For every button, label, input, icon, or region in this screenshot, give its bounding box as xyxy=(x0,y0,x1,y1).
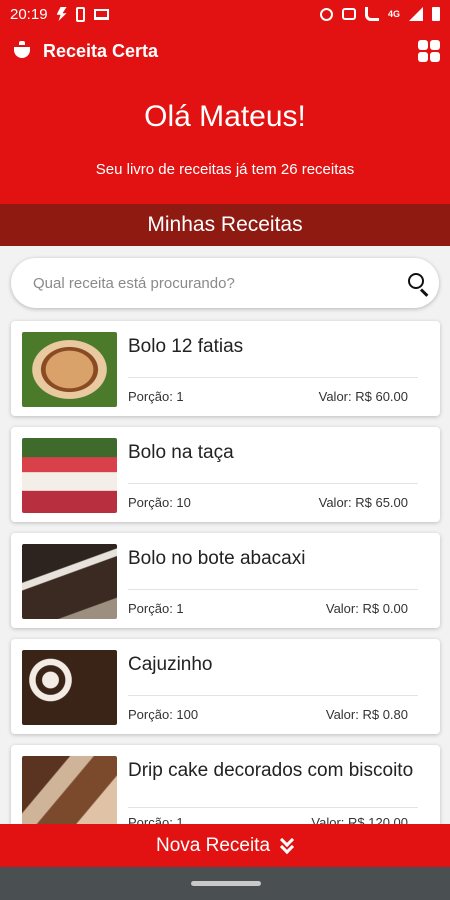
recipe-image xyxy=(22,438,117,513)
recipe-portion: Porção: 100 xyxy=(128,707,199,722)
status-left: 20:19 xyxy=(10,6,109,23)
recipe-card[interactable]: Cajuzinho Porção: 100 Valor: R$ 0.80 xyxy=(11,639,440,734)
search-box xyxy=(11,258,439,308)
flash-icon xyxy=(56,7,67,21)
network-type: 4G xyxy=(387,9,400,19)
alarm-icon xyxy=(319,7,333,21)
status-time: 20:19 xyxy=(10,5,48,23)
recipe-card[interactable]: Bolo 12 fatias Porção: 1 Valor: R$ 60.00 xyxy=(11,321,440,416)
recipe-value: Valor: R$ 120.00 xyxy=(311,815,408,824)
grid-menu-icon[interactable] xyxy=(418,40,440,62)
battery-icon xyxy=(432,7,440,21)
system-nav-bar xyxy=(0,867,450,900)
section-title: Minhas Receitas xyxy=(0,204,450,246)
greeting: Olá Mateus! xyxy=(144,100,306,133)
recipe-image xyxy=(22,650,117,725)
search-icon[interactable] xyxy=(408,273,430,297)
recipe-portion: Porção: 1 xyxy=(128,601,184,616)
recipe-name: Bolo na taça xyxy=(128,442,234,463)
divider xyxy=(128,589,418,590)
status-right: 4G xyxy=(319,7,440,21)
vibrate-icon xyxy=(341,8,356,20)
signal-icon xyxy=(409,7,423,21)
home-gesture-handle[interactable] xyxy=(191,881,261,886)
divider xyxy=(128,483,418,484)
recipe-name: Bolo no bote abacaxi xyxy=(128,548,306,569)
toolbar: Receita Certa xyxy=(0,28,450,74)
recipe-count-subtitle: Seu livro de receitas já tem 26 receitas xyxy=(95,161,355,178)
search-input[interactable] xyxy=(33,258,383,308)
divider xyxy=(128,695,418,696)
app-header: Receita Certa Olá Mateus! Seu livro de r… xyxy=(0,28,450,204)
phone-icon xyxy=(75,6,85,22)
recipe-value: Valor: R$ 0.80 xyxy=(325,707,408,722)
new-recipe-button[interactable]: Nova Receita xyxy=(0,824,450,867)
double-chevron-down-icon xyxy=(279,832,295,854)
recipe-image xyxy=(22,756,117,824)
recipe-name: Bolo 12 fatias xyxy=(128,336,244,357)
recipe-card[interactable]: Bolo na taça Porção: 10 Valor: R$ 65.00 xyxy=(11,427,440,522)
recipe-image xyxy=(22,332,117,407)
recipe-name: Cajuzinho xyxy=(128,654,213,675)
new-recipe-label: Nova Receita xyxy=(155,834,271,856)
status-bar: 20:19 4G xyxy=(0,0,450,28)
divider xyxy=(128,377,418,378)
cooking-pot-icon xyxy=(14,41,30,59)
recipe-value: Valor: R$ 60.00 xyxy=(318,389,408,404)
recipe-image xyxy=(22,544,117,619)
wifi-calling-icon xyxy=(364,7,379,21)
recipe-portion: Porção: 10 xyxy=(128,495,191,510)
recipe-portion: Porção: 1 xyxy=(128,389,184,404)
recipe-name: Drip cake decorados com biscoito xyxy=(128,760,414,781)
recipe-value: Valor: R$ 65.00 xyxy=(318,495,408,510)
recipe-card[interactable]: Bolo no bote abacaxi Porção: 1 Valor: R$… xyxy=(11,533,440,628)
recipe-value: Valor: R$ 0.00 xyxy=(325,601,408,616)
laptop-icon xyxy=(93,8,109,20)
recipe-portion: Porção: 1 xyxy=(128,815,184,824)
app-title: Receita Certa xyxy=(43,41,159,61)
recipe-card[interactable]: Drip cake decorados com biscoito Porção:… xyxy=(11,745,440,824)
divider xyxy=(128,807,418,808)
recipe-list: Bolo 12 fatias Porção: 1 Valor: R$ 60.00… xyxy=(0,318,450,824)
